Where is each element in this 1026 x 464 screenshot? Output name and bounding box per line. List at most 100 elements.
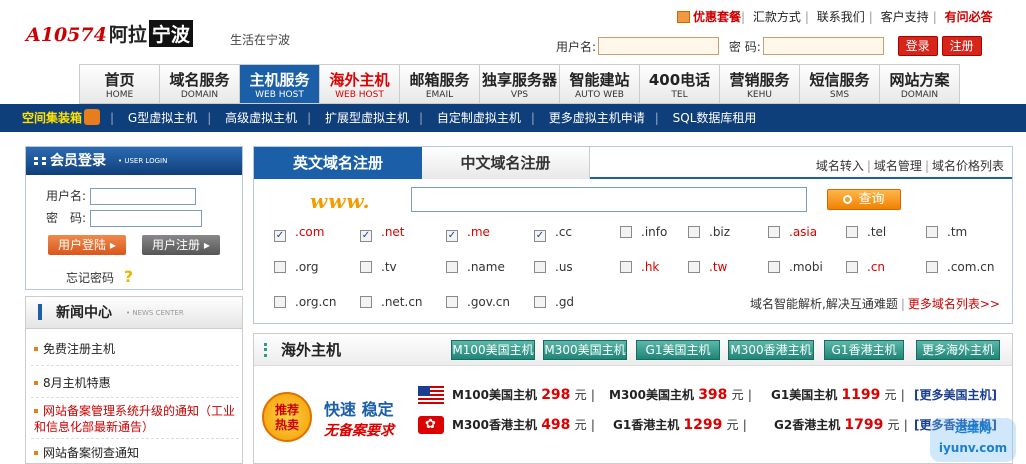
nav-overseas-host[interactable]: 海外主机 WEB HOST	[320, 64, 400, 104]
price-m300-hk[interactable]: M300香港主机 498 元 |	[452, 416, 595, 433]
domain-transfer-link[interactable]: 域名转入	[816, 159, 864, 173]
tld-option[interactable]: .us	[534, 260, 573, 274]
nav-marketing[interactable]: 营销服务 KEHU	[720, 64, 800, 104]
tld-checkbox[interactable]	[446, 261, 458, 273]
tld-checkbox[interactable]	[768, 226, 780, 238]
tld-checkbox[interactable]	[846, 226, 858, 238]
host-btn-m100-us[interactable]: M100美国主机	[451, 340, 535, 360]
more-us-host-link[interactable]: [更多美国主机]	[914, 386, 997, 403]
subnav-item[interactable]: 自定制虚拟主机	[437, 111, 521, 125]
nav-tel[interactable]: 400电话 TEL	[640, 64, 720, 104]
tld-checkbox[interactable]: ✓	[446, 230, 458, 242]
tld-option[interactable]: .org.cn	[274, 295, 337, 309]
subnav-item[interactable]: 扩展型虚拟主机	[325, 111, 409, 125]
tld-option[interactable]: .tw	[688, 260, 727, 274]
tld-option[interactable]: ✓ .me	[446, 225, 490, 242]
tab-chinese-domain[interactable]: 中文域名注册	[422, 147, 590, 179]
top-login-button[interactable]: 登录	[897, 36, 938, 56]
support-link[interactable]: 客户支持	[877, 10, 933, 24]
member-password-input[interactable]	[89, 210, 202, 227]
nav-email[interactable]: 邮箱服务 EMAIL	[400, 64, 480, 104]
tld-option[interactable]: .org	[274, 260, 319, 274]
news-item[interactable]: 网站备案管理系统升级的通知（工业和信息化部最新通告）	[34, 403, 239, 435]
promo-link[interactable]: 优惠套餐	[693, 10, 741, 24]
nav-sms[interactable]: 短信服务 SMS	[800, 64, 880, 104]
tld-option[interactable]: ✓ .net	[360, 225, 405, 242]
tld-checkbox[interactable]	[620, 226, 632, 238]
host-btn-g1-hk[interactable]: G1香港主机	[824, 340, 904, 360]
tld-option[interactable]: .hk	[620, 260, 659, 274]
host-btn-m300-us[interactable]: M300美国主机	[543, 340, 627, 360]
nav-domain[interactable]: 域名服务 DOMAIN	[160, 64, 240, 104]
remit-link[interactable]: 汇款方式	[749, 10, 805, 24]
top-register-button[interactable]: 注册	[941, 36, 982, 56]
tld-checkbox[interactable]	[846, 261, 858, 273]
news-item[interactable]: 免费注册主机	[34, 341, 239, 357]
nav-solutions[interactable]: 网站方案 DOMAIN	[880, 64, 960, 104]
tld-option[interactable]: .name	[446, 260, 505, 274]
host-btn-g1-us[interactable]: G1美国主机	[636, 340, 720, 360]
subnav-item[interactable]: 更多虚拟主机申请	[549, 111, 645, 125]
member-login-button[interactable]: 用户登陆 ▸	[48, 235, 126, 255]
help-link[interactable]: 有问必答	[941, 10, 997, 24]
price-m300-us[interactable]: M300美国主机 398 元 |	[609, 386, 752, 403]
tld-option[interactable]: .gd	[534, 295, 574, 309]
member-username-input[interactable]	[89, 188, 196, 205]
tld-checkbox[interactable]	[360, 261, 372, 273]
news-item[interactable]: 网站备案彻查通知	[34, 445, 239, 461]
subnav-item[interactable]: G型虚拟主机	[128, 111, 197, 125]
tld-option[interactable]: .biz	[688, 225, 730, 239]
tab-english-domain[interactable]: 英文域名注册	[254, 147, 422, 179]
tld-checkbox[interactable]	[360, 296, 372, 308]
subnav-hot[interactable]: 空间集装箱	[22, 111, 82, 125]
more-domains-link[interactable]: 更多域名列表>>	[908, 297, 1000, 311]
nav-vps[interactable]: 独享服务器 VPS	[480, 64, 560, 104]
tld-option[interactable]: .asia	[768, 225, 817, 239]
price-g2-hk[interactable]: G2香港主机 1799 元 |	[774, 416, 908, 433]
tld-checkbox[interactable]	[688, 261, 700, 273]
subnav-item[interactable]: 高级虚拟主机	[225, 111, 297, 125]
tld-option[interactable]: ✓ .com	[274, 225, 324, 242]
tld-checkbox[interactable]	[688, 226, 700, 238]
domain-manage-link[interactable]: 域名管理	[874, 159, 922, 173]
top-username-input[interactable]	[598, 37, 720, 55]
host-btn-more[interactable]: 更多海外主机	[916, 340, 1000, 360]
nav-webhost[interactable]: 主机服务 WEB HOST	[240, 64, 320, 104]
tld-checkbox[interactable]: ✓	[274, 230, 286, 242]
tld-option[interactable]: .tv	[360, 260, 397, 274]
tld-checkbox[interactable]: ✓	[360, 230, 372, 242]
tld-checkbox[interactable]	[926, 261, 938, 273]
tld-option[interactable]: .gov.cn	[446, 295, 510, 309]
domain-search-input[interactable]	[411, 187, 807, 212]
tld-option[interactable]: .mobi	[768, 260, 823, 274]
tld-option[interactable]: .tel	[846, 225, 886, 239]
price-g1-us[interactable]: G1美国主机 1199 元 |	[771, 386, 905, 403]
host-btn-m300-hk[interactable]: M300香港主机	[728, 340, 814, 360]
member-register-button[interactable]: 用户注册 ▸	[142, 235, 220, 255]
contact-link[interactable]: 联系我们	[813, 10, 869, 24]
tld-checkbox[interactable]	[926, 226, 938, 238]
tld-checkbox[interactable]	[534, 261, 546, 273]
price-g1-hk[interactable]: G1香港主机 1299 元 |	[613, 416, 747, 433]
tld-option[interactable]: .info	[620, 225, 667, 239]
tld-option[interactable]: .tm	[926, 225, 967, 239]
news-item[interactable]: 8月主机特惠	[34, 375, 239, 391]
tld-checkbox[interactable]	[274, 296, 286, 308]
tld-checkbox[interactable]	[534, 296, 546, 308]
tld-checkbox[interactable]	[274, 261, 286, 273]
tld-option[interactable]: .net.cn	[360, 295, 423, 309]
tld-checkbox[interactable]	[620, 261, 632, 273]
nav-autoweb[interactable]: 智能建站 AUTO WEB	[560, 64, 640, 104]
site-logo[interactable]: A10574 阿拉 宁波	[26, 20, 193, 47]
subnav-item[interactable]: SQL数据库租用	[673, 111, 757, 125]
tld-checkbox[interactable]	[446, 296, 458, 308]
top-password-input[interactable]	[762, 37, 884, 55]
tld-option[interactable]: .cn	[846, 260, 885, 274]
price-m100-us[interactable]: M100美国主机 298 元 |	[452, 386, 595, 403]
tld-option[interactable]: .com.cn	[926, 260, 994, 274]
domain-price-link[interactable]: 域名价格列表	[932, 159, 1004, 173]
tld-option[interactable]: ✓ .cc	[534, 225, 572, 242]
tld-checkbox[interactable]: ✓	[534, 230, 546, 242]
nav-home[interactable]: 首页 HOME	[80, 64, 160, 104]
forgot-password-link[interactable]: 忘记密码 ?	[66, 267, 133, 286]
